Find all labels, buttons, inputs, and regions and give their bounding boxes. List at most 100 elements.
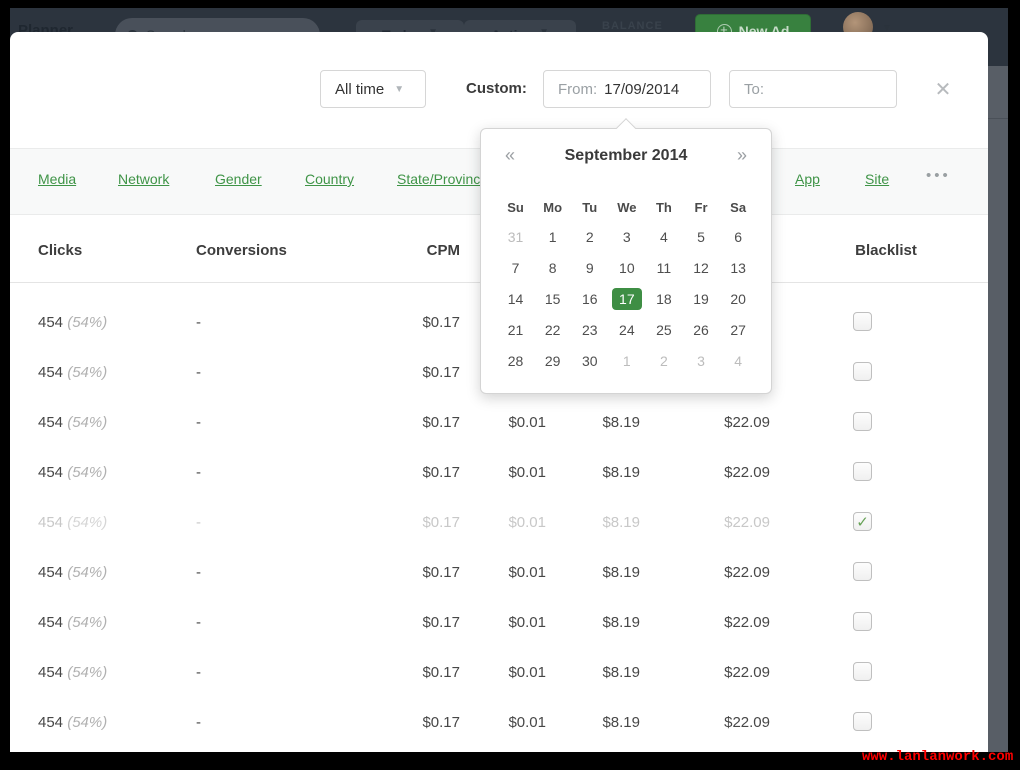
day-cell[interactable]: 24	[608, 314, 645, 345]
day-cell[interactable]: 26	[682, 314, 719, 345]
table-row: 454 (54%)-$0.17$0.01$8.19$22.09	[10, 647, 988, 697]
day-cell[interactable]: 14	[497, 283, 534, 314]
cell-clicks: 454 (54%)	[38, 664, 107, 681]
datepicker-popup: « September 2014 » SuMoTuWeThFrSa3112345…	[480, 128, 772, 394]
col-header-conversions: Conversions	[196, 242, 287, 259]
blacklist-checkbox[interactable]	[853, 362, 872, 381]
cell-cpm: $0.17	[360, 664, 460, 681]
blacklist-checkbox[interactable]	[853, 612, 872, 631]
day-cell[interactable]: 7	[497, 252, 534, 283]
table-row: 454 (54%)-$0.17$0.01$8.19$22.09✓	[10, 497, 988, 547]
close-icon[interactable]: ✕	[930, 76, 956, 102]
blacklist-checkbox[interactable]	[853, 462, 872, 481]
dimension-tab-network[interactable]: Network	[118, 171, 169, 187]
day-cell[interactable]: 31	[497, 221, 534, 252]
cell-clicks: 454 (54%)	[38, 414, 107, 431]
day-cell[interactable]: 3	[682, 345, 719, 376]
from-date-input[interactable]: From: 17/09/2014	[543, 70, 711, 108]
day-cell[interactable]: 2	[571, 221, 608, 252]
dimension-tab-site[interactable]: Site	[865, 171, 889, 187]
day-cell[interactable]: 4	[645, 221, 682, 252]
dimension-tab-country[interactable]: Country	[305, 171, 354, 187]
day-cell[interactable]: 10	[608, 252, 645, 283]
day-cell[interactable]: 11	[645, 252, 682, 283]
cell-cpm: $0.17	[360, 614, 460, 631]
cell-col4: $0.01	[456, 464, 546, 481]
cell-cpm: $0.17	[360, 464, 460, 481]
blacklist-checkbox[interactable]	[853, 712, 872, 731]
day-cell[interactable]: 3	[608, 221, 645, 252]
cell-clicks: 454 (54%)	[38, 514, 107, 531]
report-modal: All time ▼ Custom: From: 17/09/2014 To: …	[10, 32, 988, 752]
cell-conversions: -	[196, 314, 201, 331]
day-cell[interactable]: 29	[534, 345, 571, 376]
day-cell[interactable]: 22	[534, 314, 571, 345]
day-cell[interactable]: 30	[571, 345, 608, 376]
day-cell[interactable]: 8	[534, 252, 571, 283]
cell-clicks: 454 (54%)	[38, 314, 107, 331]
cell-col6: $22.09	[660, 614, 770, 631]
next-month-icon[interactable]: »	[737, 145, 747, 166]
blacklist-checkbox[interactable]	[853, 562, 872, 581]
more-menu-icon[interactable]: •••	[926, 167, 951, 184]
day-cell-selected[interactable]: 17	[608, 283, 645, 314]
cell-col4: $0.01	[456, 714, 546, 731]
col-header-clicks: Clicks	[38, 242, 82, 259]
blacklist-checkbox-checked[interactable]: ✓	[853, 512, 872, 531]
screen: Planner Search Today ▼ Active ▼ BALANCE …	[0, 0, 1020, 770]
to-date-input[interactable]: To:	[729, 70, 897, 108]
day-cell[interactable]: 6	[720, 221, 757, 252]
day-cell[interactable]: 5	[682, 221, 719, 252]
custom-label: Custom:	[466, 80, 527, 97]
cell-col6: $22.09	[660, 664, 770, 681]
weekday-label: Fr	[682, 193, 719, 221]
cell-conversions: -	[196, 464, 201, 481]
day-cell[interactable]: 4	[720, 345, 757, 376]
cell-col6: $22.09	[660, 564, 770, 581]
cell-col4: $0.01	[456, 514, 546, 531]
cell-col5: $8.19	[550, 614, 640, 631]
dimension-tab-state-province[interactable]: State/Province	[397, 171, 488, 187]
day-cell[interactable]: 12	[682, 252, 719, 283]
day-cell[interactable]: 13	[720, 252, 757, 283]
day-cell[interactable]: 27	[720, 314, 757, 345]
day-cell[interactable]: 16	[571, 283, 608, 314]
day-cell[interactable]: 23	[571, 314, 608, 345]
day-cell[interactable]: 1	[608, 345, 645, 376]
cell-conversions: -	[196, 614, 201, 631]
weekday-label: We	[608, 193, 645, 221]
cell-cpm: $0.17	[360, 314, 460, 331]
date-range-select[interactable]: All time ▼	[320, 70, 426, 108]
dimension-tab-app[interactable]: App	[795, 171, 820, 187]
blacklist-checkbox[interactable]	[853, 662, 872, 681]
watermark: www.lanlanwork.com	[862, 749, 1020, 765]
day-cell[interactable]: 20	[720, 283, 757, 314]
datepicker-grid: SuMoTuWeThFrSa31123456789101112131415161…	[497, 193, 757, 376]
date-range-value: All time	[335, 81, 384, 98]
day-cell[interactable]: 25	[645, 314, 682, 345]
day-cell[interactable]: 18	[645, 283, 682, 314]
table-row: 454 (54%)-$0.17$0.01$8.19$22.09	[10, 447, 988, 497]
cell-col4: $0.01	[456, 414, 546, 431]
day-cell[interactable]: 1	[534, 221, 571, 252]
blacklist-checkbox[interactable]	[853, 312, 872, 331]
dimension-tab-media[interactable]: Media	[38, 171, 76, 187]
day-cell[interactable]: 19	[682, 283, 719, 314]
cell-conversions: -	[196, 664, 201, 681]
day-cell[interactable]: 15	[534, 283, 571, 314]
cell-clicks: 454 (54%)	[38, 614, 107, 631]
blacklist-checkbox[interactable]	[853, 412, 872, 431]
day-cell[interactable]: 2	[645, 345, 682, 376]
cell-clicks: 454 (54%)	[38, 714, 107, 731]
day-cell[interactable]: 28	[497, 345, 534, 376]
day-cell[interactable]: 9	[571, 252, 608, 283]
weekday-label: Tu	[571, 193, 608, 221]
from-label: From:	[558, 81, 597, 98]
weekday-label: Mo	[534, 193, 571, 221]
dimension-tab-gender[interactable]: Gender	[215, 171, 262, 187]
cell-col6: $22.09	[660, 714, 770, 731]
day-cell[interactable]: 21	[497, 314, 534, 345]
cell-clicks: 454 (54%)	[38, 564, 107, 581]
cell-col5: $8.19	[550, 414, 640, 431]
cell-cpm: $0.17	[360, 514, 460, 531]
